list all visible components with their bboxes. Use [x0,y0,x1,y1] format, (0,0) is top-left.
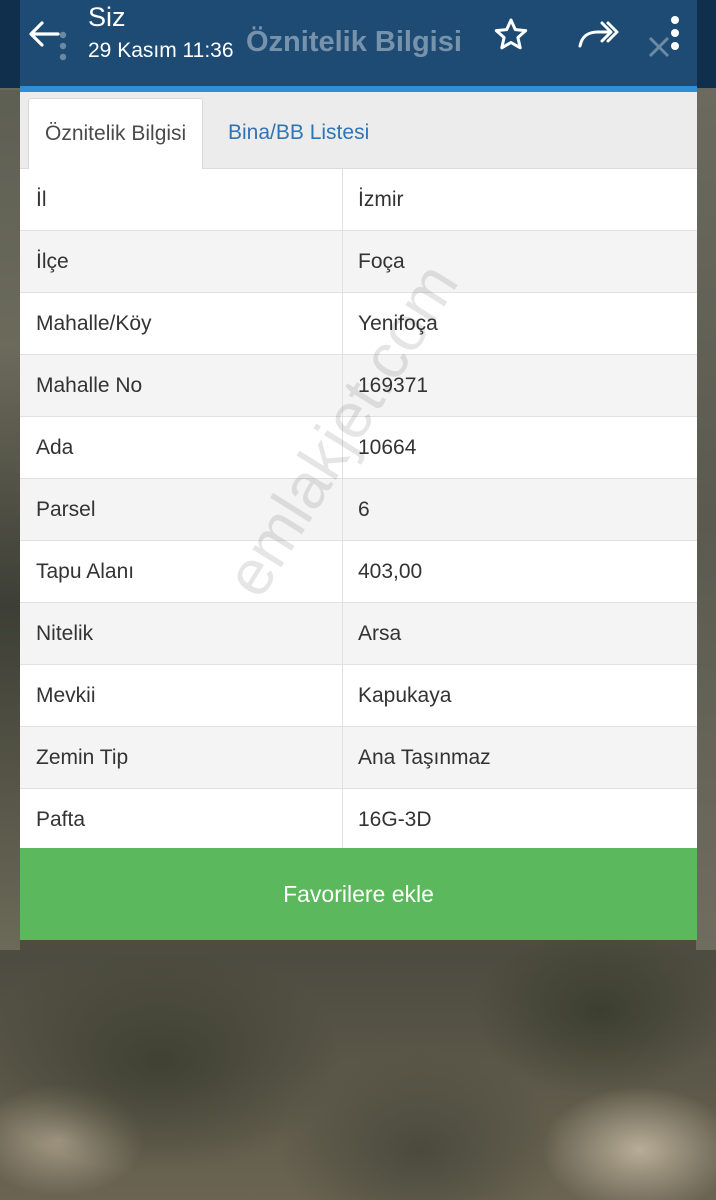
column-divider [342,355,343,416]
column-divider [342,417,343,478]
attribute-value: 403,00 [358,560,423,583]
table-row: Mahalle No 169371 [20,355,697,417]
table-row: Mahalle/Köy Yenifoça [20,293,697,355]
table-row: Mevkii Kapukaya [20,665,697,727]
timestamp: 29 Kasım 11:36 [88,39,234,62]
attribute-key: Zemin Tip [36,746,129,769]
conversation-title: Siz [88,2,126,32]
attribute-key: Mevkii [36,684,96,707]
attribute-value: İzmir [358,188,404,211]
attribute-value: Yenifoça [358,312,438,335]
attribute-key: Nitelik [36,622,94,645]
attribute-key: Tapu Alanı [36,560,135,583]
attribute-value: Foça [358,250,405,273]
column-divider [342,665,343,726]
attribute-key: Ada [36,436,74,459]
attribute-value: 16G-3D [358,808,432,831]
attribute-value: 169371 [358,374,429,397]
column-divider [342,789,343,850]
add-to-favorites-button[interactable]: Favorilere ekle [20,848,697,940]
attribute-key: Mahalle/Köy [36,312,152,335]
table-row: Ada 10664 [20,417,697,479]
more-vert-icon[interactable] [666,14,684,54]
map-edge-right [696,90,716,950]
table-row: İlçe Foça [20,231,697,293]
attribute-table: İl İzmir İlçe Foça Mahalle/Köy Yenifoça … [20,169,697,851]
tab-bar: Öznitelik Bilgisi Bina/BB Listesi [20,92,697,169]
app-bar: Siz 29 Kasım 11:36 Öznitelik Bilgisi [0,0,716,92]
attribute-key: İlçe [36,250,69,273]
table-row: Tapu Alanı 403,00 [20,541,697,603]
tab-attribute-info[interactable]: Öznitelik Bilgisi [28,98,204,169]
column-divider [342,479,343,540]
attribute-key: Pafta [36,808,86,831]
table-row: Zemin Tip Ana Taşınmaz [20,727,697,789]
panel-title-underlay: Öznitelik Bilgisi [246,26,462,58]
table-row: Nitelik Arsa [20,603,697,665]
attribute-value: Arsa [358,622,402,645]
attribute-value: Kapukaya [358,684,452,707]
attribute-panel: Öznitelik Bilgisi Bina/BB Listesi İl İzm… [20,92,697,940]
table-row: Parsel 6 [20,479,697,541]
drag-handle-icon [59,31,67,61]
attribute-key: Mahalle No [36,374,143,397]
share-icon[interactable] [576,16,620,52]
column-divider [342,293,343,354]
column-divider [342,169,343,230]
column-divider [342,727,343,788]
column-divider [342,541,343,602]
table-row: Pafta 16G-3D [20,789,697,851]
attribute-value: 6 [358,498,370,521]
column-divider [342,603,343,664]
star-icon[interactable] [492,16,530,54]
table-row: İl İzmir [20,169,697,231]
attribute-key: İl [36,188,47,211]
attribute-value: 10664 [358,436,417,459]
attribute-key: Parsel [36,498,96,521]
column-divider [342,231,343,292]
tab-building-list[interactable]: Bina/BB Listesi [212,98,385,168]
map-edge-left [0,90,20,950]
attribute-value: Ana Taşınmaz [358,746,491,769]
